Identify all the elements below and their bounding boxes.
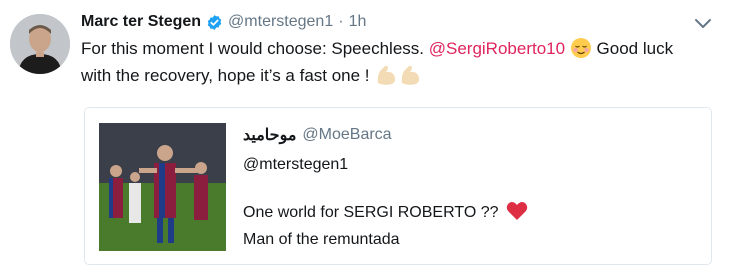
author-name[interactable]: Marc ter Stegen xyxy=(81,13,201,31)
quoted-tweet-card[interactable]: موحاميد @MoeBarca @mterstegen1 One world… xyxy=(84,107,712,265)
verified-badge-icon xyxy=(207,14,222,30)
quoted-reply-to[interactable]: @mterstegen1 xyxy=(243,156,348,174)
tweet-text-part2: Good luck xyxy=(596,39,674,58)
tweet-text-part1: For this moment I would choose: Speechle… xyxy=(81,39,424,58)
football-celebration-photo xyxy=(99,123,226,251)
quoted-author-handle[interactable]: @MoeBarca xyxy=(302,126,391,144)
relieved-face-emoji-icon xyxy=(570,37,591,58)
quoted-tweet-image[interactable] xyxy=(99,123,226,251)
flexed-biceps-emoji-icon xyxy=(378,65,420,85)
quoted-text-line2: Man of the remuntada xyxy=(243,231,400,248)
red-heart-emoji-icon xyxy=(506,202,528,220)
quoted-text-line1: One world for SERGI ROBERTO ?? xyxy=(243,202,528,223)
quoted-author-name[interactable]: موحاميد xyxy=(243,125,296,145)
author-handle[interactable]: @mterstegen1 xyxy=(228,13,333,31)
avatar-image xyxy=(10,14,70,74)
tweet-text: For this moment I would choose: Speechle… xyxy=(81,35,701,89)
quoted-text-line1-text: One world for SERGI ROBERTO ?? xyxy=(243,204,499,222)
tweet-timestamp[interactable]: 1h xyxy=(349,13,367,31)
header-separator: · xyxy=(338,13,344,30)
quoted-tweet-header: موحاميد @MoeBarca xyxy=(243,125,392,145)
author-avatar[interactable] xyxy=(10,14,70,74)
tweet-header: Marc ter Stegen @mterstegen1 · 1h xyxy=(81,11,366,33)
chevron-down-icon[interactable] xyxy=(693,16,713,32)
tweet-text-line2: with the recovery, hope it’s a fast one … xyxy=(81,66,370,85)
mention-link[interactable]: @SergiRoberto10 xyxy=(429,39,565,58)
